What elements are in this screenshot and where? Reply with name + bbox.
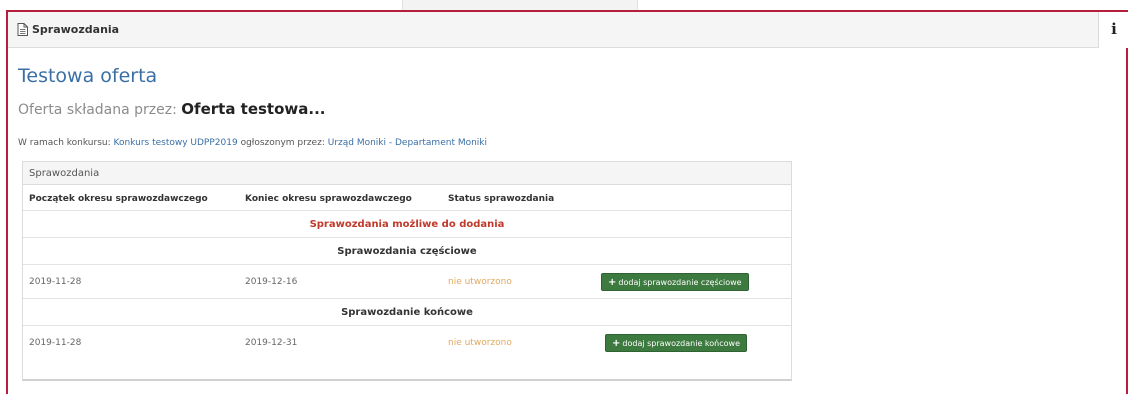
panel-header: Sprawozdania: [8, 12, 1098, 48]
submitted-by-name: Oferta testowa...: [181, 100, 326, 118]
final-section-row: Sprawozdanie końcowe: [23, 299, 791, 326]
announced-by-label: ogłoszonym przez:: [240, 138, 325, 148]
info-icon: i: [1111, 20, 1117, 38]
plus-icon: +: [608, 277, 617, 288]
partial-section-row: Sprawozdania częściowe: [23, 238, 791, 265]
competition-link[interactable]: Konkurs testowy UDPP2019: [114, 138, 238, 148]
top-tab-notch: [402, 0, 638, 10]
plus-icon: +: [612, 338, 621, 349]
final-status: nie utworzono: [448, 338, 512, 348]
table-header-row: Początek okresu sprawozdawczego Koniec o…: [23, 185, 791, 211]
add-final-report-button[interactable]: + dodaj sprawozdanie końcowe: [605, 334, 747, 352]
panel-title: Sprawozdania: [32, 23, 120, 36]
reports-table: Sprawozdania Początek okresu sprawozdawc…: [22, 161, 792, 381]
offer-title: Testowa oferta: [18, 65, 158, 87]
document-icon: [17, 23, 28, 36]
partial-end-date: 2019-12-16: [245, 277, 298, 287]
table-row: 2019-11-28 2019-12-31 nie utworzono + dod…: [23, 326, 791, 360]
column-header-start: Początek okresu sprawozdawczego: [29, 194, 208, 204]
organizer-link[interactable]: Urząd Moniki - Departament Moniki: [328, 138, 487, 148]
partial-section-title: Sprawozdania częściowe: [337, 246, 477, 257]
final-start-date: 2019-11-28: [29, 338, 82, 348]
submitted-by-label: Oferta składana przez:: [18, 102, 177, 118]
final-end-date: 2019-12-31: [245, 338, 298, 348]
column-header-end: Koniec okresu sprawozdawczego: [245, 194, 412, 204]
info-button[interactable]: i: [1098, 12, 1128, 48]
offer-submitted-by: Oferta składana przez: Oferta testowa...: [18, 100, 325, 118]
top-strip: [0, 0, 1134, 10]
reports-heading: Sprawozdania: [23, 162, 791, 185]
final-section-title: Sprawozdanie końcowe: [341, 307, 473, 318]
add-partial-report-button[interactable]: + dodaj sprawozdanie częściowe: [601, 273, 749, 291]
competition-label: W ramach konkursu:: [18, 138, 111, 148]
reports-frame: Sprawozdania i Testowa oferta Oferta skł…: [6, 10, 1128, 394]
competition-info: W ramach konkursu: Konkurs testowy UDPP2…: [18, 138, 487, 148]
partial-start-date: 2019-11-28: [29, 277, 82, 287]
add-final-report-label: dodaj sprawozdanie końcowe: [622, 339, 740, 348]
available-notice: Sprawozdania możliwe do dodania: [309, 219, 505, 230]
partial-status: nie utworzono: [448, 277, 512, 287]
column-header-status: Status sprawozdania: [448, 194, 555, 204]
table-row: 2019-11-28 2019-12-16 nie utworzono + dod…: [23, 265, 791, 299]
available-notice-row: Sprawozdania możliwe do dodania: [23, 211, 791, 238]
add-partial-report-label: dodaj sprawozdanie częściowe: [618, 278, 742, 287]
